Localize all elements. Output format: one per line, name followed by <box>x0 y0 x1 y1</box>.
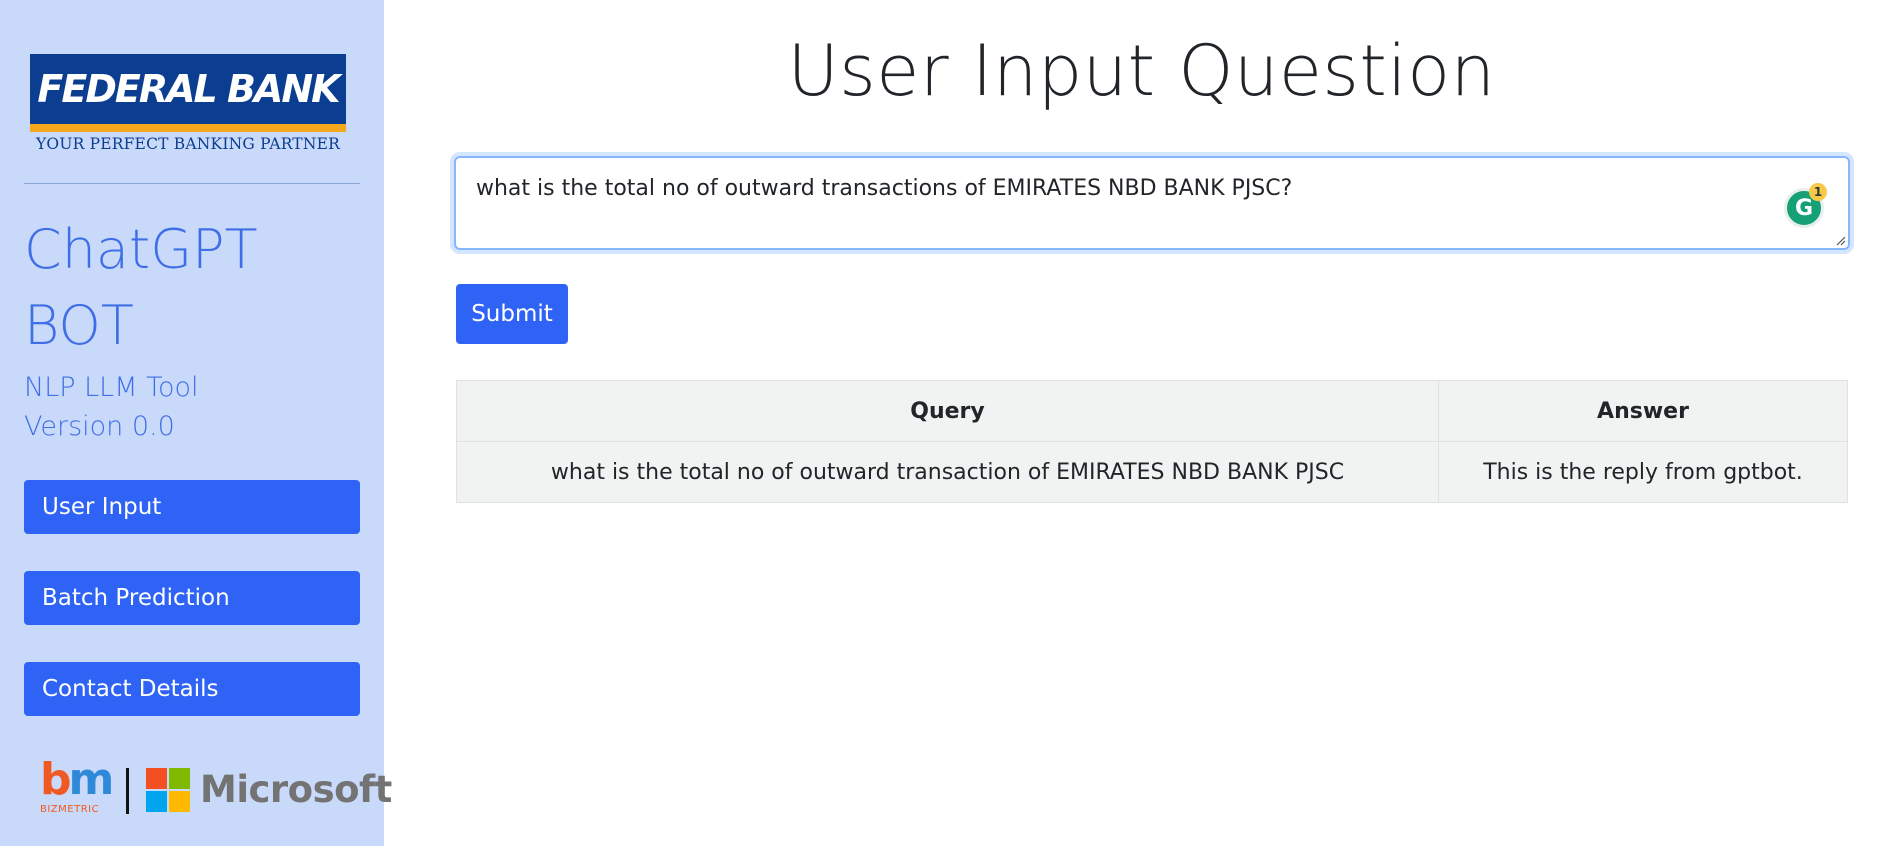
brand-title: ChatGPT BOT <box>24 218 258 357</box>
federal-bank-logo: FEDERAL BANK YOUR PERFECT BANKING PARTNE… <box>30 54 346 154</box>
version-label: Version 0.0 <box>24 411 175 442</box>
submit-button[interactable]: Submit <box>456 284 568 344</box>
bizmetric-logo: bm BIZMETRIC <box>40 754 114 818</box>
sidebar: FEDERAL BANK YOUR PERFECT BANKING PARTNE… <box>0 0 392 846</box>
logo-tagline: YOUR PERFECT BANKING PARTNER <box>35 135 340 153</box>
question-input[interactable]: what is the total no of outward transact… <box>454 156 1850 250</box>
column-header-query: Query <box>456 380 1439 442</box>
grammarly-icon[interactable]: G 1 <box>1784 183 1827 228</box>
microsoft-wordmark: Microsoft <box>200 768 392 811</box>
bizmetric-wordmark: BIZMETRIC <box>40 804 100 815</box>
page-title: User Input Question <box>787 30 1496 112</box>
bizmetric-mark: bm <box>40 754 114 805</box>
brand-subtitle: NLP LLM Tool Version 0.0 <box>24 368 354 446</box>
resize-grip-icon[interactable] <box>1834 234 1846 246</box>
tool-name: NLP LLM Tool <box>24 372 199 403</box>
logo-stripe <box>30 124 346 132</box>
nav-label: Batch Prediction <box>42 585 230 611</box>
sidebar-divider <box>24 183 360 184</box>
column-header-answer: Answer <box>1438 380 1848 442</box>
query-cell: what is the total no of outward transact… <box>456 441 1439 503</box>
nav-batch-prediction-button[interactable]: Batch Prediction <box>24 571 360 625</box>
nav-contact-details-button[interactable]: Contact Details <box>24 662 360 716</box>
question-text[interactable]: what is the total no of outward transact… <box>476 176 1292 201</box>
nav-label: User Input <box>42 494 162 520</box>
logo-banner: FEDERAL BANK <box>30 54 346 124</box>
nav-label: Contact Details <box>42 676 219 702</box>
results-table: Query Answer what is the total no of out… <box>456 380 1848 503</box>
microsoft-logo <box>146 768 190 812</box>
table-row: what is the total no of outward transact… <box>456 441 1848 503</box>
partner-logos: bm BIZMETRIC Microsoft <box>40 754 392 818</box>
logo-name: FEDERAL BANK <box>37 67 340 111</box>
grammarly-count-badge: 1 <box>1809 183 1827 201</box>
answer-cell: This is the reply from gptbot. <box>1438 441 1848 503</box>
logo-separator <box>126 768 129 814</box>
table-header-row: Query Answer <box>456 380 1848 442</box>
nav-user-input-button[interactable]: User Input <box>24 480 360 534</box>
